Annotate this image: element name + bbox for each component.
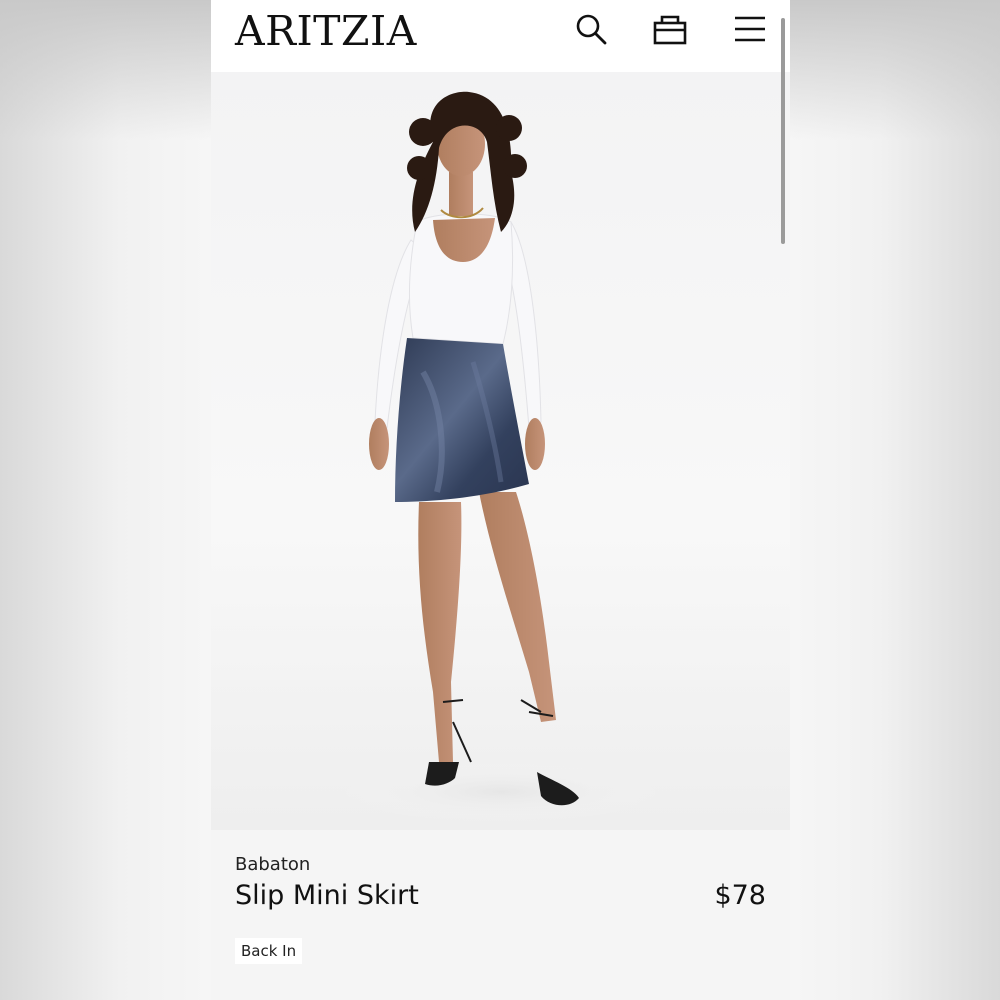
product-name[interactable]: Slip Mini Skirt <box>235 880 419 911</box>
product-price: $78 <box>714 880 766 911</box>
bag-icon[interactable] <box>653 12 687 46</box>
product-photo[interactable] <box>211 72 790 830</box>
product-info: Babaton Slip Mini Skirt $78 Back In <box>211 830 790 1000</box>
phone-screen: ARITZIA Babaton Slip Mini Skirt $78 Back… <box>211 0 790 1000</box>
back-in-badge: Back In <box>235 938 303 964</box>
product-brand[interactable]: Babaton <box>235 854 310 875</box>
brand-logo[interactable]: ARITZIA <box>235 6 417 56</box>
search-icon[interactable] <box>574 12 608 46</box>
scrollbar[interactable] <box>781 18 785 244</box>
site-header: ARITZIA <box>211 0 790 72</box>
menu-icon[interactable] <box>733 12 767 46</box>
